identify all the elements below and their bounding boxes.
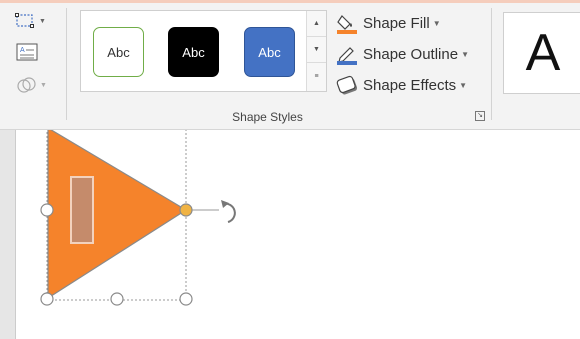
text-box-button[interactable]: A: [16, 43, 38, 61]
group-separator: [491, 8, 492, 120]
wordart-style-sample[interactable]: A: [503, 12, 580, 94]
wordart-sample-letter: A: [525, 24, 561, 82]
swatch-label: Abc: [107, 44, 130, 60]
gallery-more-button[interactable]: ≡: [307, 63, 326, 89]
gallery-scrollbar: ▲ ▼ ≡: [306, 11, 326, 91]
shape-outline-button[interactable]: Shape Outline ▼: [336, 42, 469, 66]
ribbon: ▼ A ▼ Abc Abc Abc ▲ ▼ ≡ Shape Fill ▼ Sha…: [0, 0, 580, 130]
triangle-shape[interactable]: [47, 130, 188, 300]
adjust-handle[interactable]: [179, 203, 193, 217]
svg-text:A: A: [20, 47, 25, 54]
chevron-down-icon: ▼: [432, 18, 441, 28]
selected-shape-layer: [40, 130, 236, 306]
resize-handle[interactable]: [40, 203, 54, 217]
gallery-scroll-down-button[interactable]: ▼: [307, 37, 326, 63]
shape-inner-rectangle: [70, 176, 94, 244]
swatch-label: Abc: [182, 44, 205, 60]
chevron-up-icon: ▲: [313, 20, 320, 27]
ribbon-accent-line: [0, 0, 580, 3]
more-icon: ≡: [314, 72, 319, 80]
merge-shapes-button[interactable]: ▼: [16, 76, 47, 94]
shape-outline-label: Shape Outline: [363, 45, 459, 63]
chevron-down-icon: ▼: [461, 49, 469, 59]
pen-outline-icon: [337, 47, 357, 65]
shape-styles-group-label: Shape Styles: [232, 110, 303, 124]
shape-effects-label: Shape Effects: [363, 76, 457, 94]
swatch-label: Abc: [258, 44, 281, 60]
shape-style-swatch[interactable]: Abc: [244, 27, 295, 77]
gallery-scroll-up-button[interactable]: ▲: [307, 11, 326, 37]
fill-color-bar: [337, 30, 357, 34]
shape-style-swatch[interactable]: Abc: [93, 27, 144, 77]
text-box-icon: A: [16, 43, 38, 61]
resize-handle[interactable]: [179, 292, 193, 306]
outline-color-bar: [337, 61, 357, 65]
shape-effects-icon: [336, 75, 358, 95]
shape-fill-label: Shape Fill: [363, 14, 430, 32]
shape-fill-button[interactable]: Shape Fill ▼: [336, 11, 441, 35]
chevron-down-icon: ▼: [459, 80, 468, 90]
edit-points-icon: [15, 13, 34, 28]
edit-shape-button[interactable]: ▼: [15, 12, 46, 30]
shape-styles-gallery: Abc Abc Abc ▲ ▼ ≡: [80, 10, 327, 92]
dialog-launcher-icon[interactable]: ↘: [475, 111, 485, 121]
chevron-down-icon: ▼: [40, 81, 47, 89]
group-separator: [66, 8, 67, 120]
merge-shapes-icon: [17, 77, 36, 93]
resize-handle[interactable]: [40, 292, 54, 306]
chevron-down-icon: ▼: [313, 46, 320, 53]
shape-effects-button[interactable]: Shape Effects ▼: [336, 73, 467, 97]
chevron-down-icon: ▼: [39, 17, 46, 25]
shape-style-swatch[interactable]: Abc: [168, 27, 219, 77]
rotate-handle-icon[interactable]: [221, 200, 236, 223]
resize-handle[interactable]: [110, 292, 124, 306]
paint-bucket-icon: [337, 15, 357, 34]
